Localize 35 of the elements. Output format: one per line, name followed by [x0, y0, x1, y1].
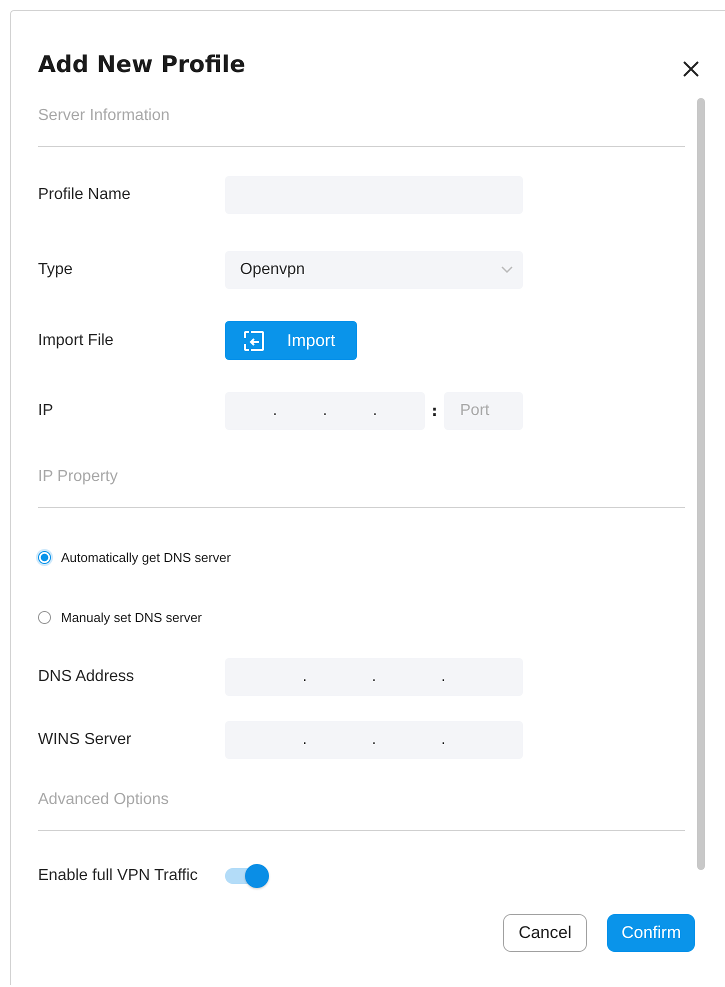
radio-option[interactable]: Automatically get DNS server	[38, 547, 231, 567]
cancel-button[interactable]: Cancel	[502, 914, 588, 952]
ip-field[interactable]: . . .	[225, 392, 425, 430]
close-button[interactable]	[681, 59, 701, 79]
section-heading: Server Information	[38, 106, 171, 126]
dot-separator: .	[441, 732, 446, 748]
dot-separator: .	[302, 669, 307, 685]
colon-separator: :	[430, 402, 438, 420]
field-label: Import File	[38, 332, 115, 350]
field-label: IP	[38, 402, 54, 420]
wins-server-field[interactable]: . . .	[225, 721, 523, 759]
dot-separator: .	[441, 669, 446, 685]
dns-address-field[interactable]: . . .	[225, 658, 523, 696]
dot-separator: .	[272, 403, 278, 419]
dialog-title: Add New Profile	[38, 51, 246, 80]
dot-separator: .	[372, 403, 378, 419]
type-select[interactable]: Openvpn	[225, 251, 523, 289]
radio-option[interactable]: Manualy set DNS server	[38, 607, 202, 627]
field-label: DNS Address	[38, 668, 136, 686]
section-heading: Advanced Options	[38, 790, 170, 810]
field-label: Enable full VPN Traffic	[38, 867, 199, 885]
close-icon	[681, 59, 701, 79]
field-label: Type	[38, 261, 74, 279]
chevron-down-icon	[501, 266, 513, 274]
port-field[interactable]: Port	[444, 392, 523, 430]
toggle-switch[interactable]	[223, 864, 269, 888]
section-heading: IP Property	[38, 467, 119, 487]
dot-separator: .	[372, 669, 376, 685]
scrollbar[interactable]	[697, 98, 705, 870]
dot-separator: .	[302, 732, 307, 748]
field-label: WINS Server	[38, 731, 132, 749]
dot-separator: .	[322, 403, 328, 419]
dot-separator: .	[372, 732, 376, 748]
import-icon	[243, 330, 265, 352]
field-label: Profile Name	[38, 186, 132, 204]
